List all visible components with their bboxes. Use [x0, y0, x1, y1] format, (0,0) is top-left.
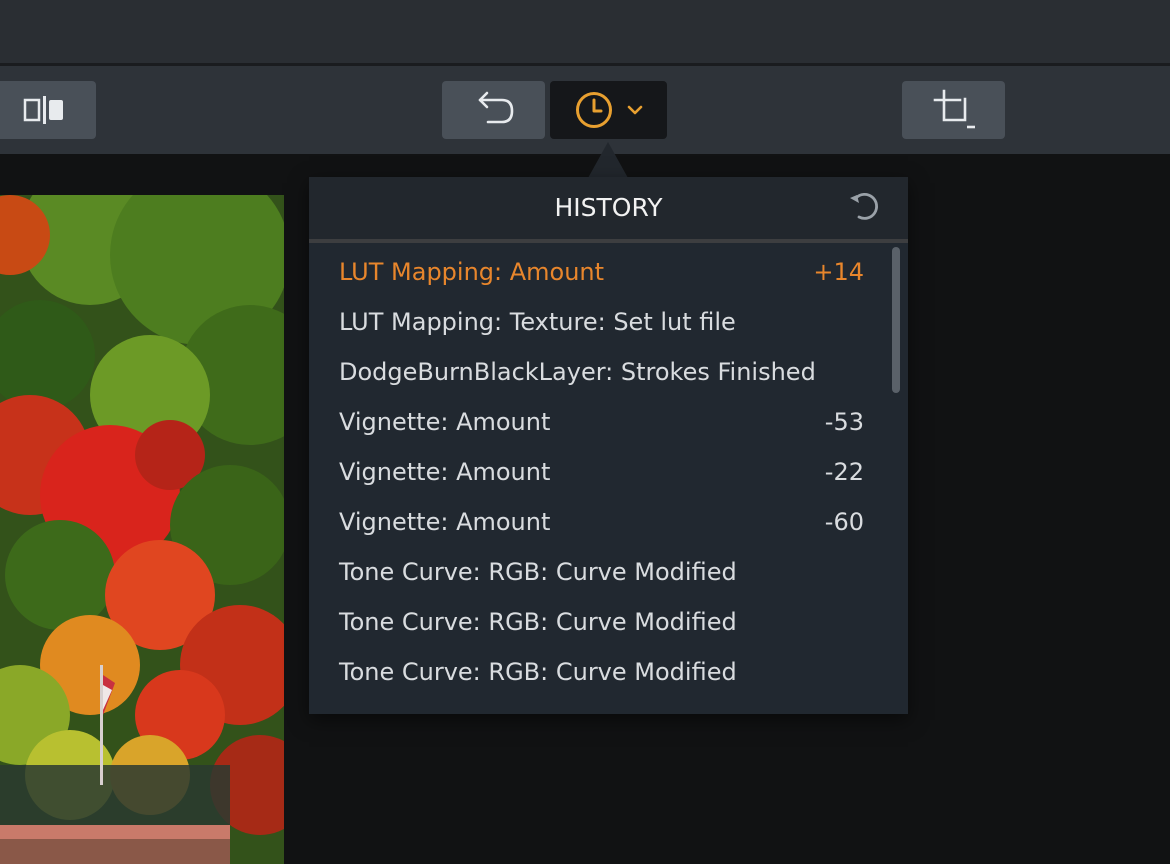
history-item[interactable]: DodgeBurnBlackLayer: Strokes Finished [339, 347, 864, 397]
history-list: LUT Mapping: Amount +14 LUT Mapping: Tex… [309, 247, 889, 707]
history-item-label: Tone Curve: RGB: Curve Modified [339, 608, 737, 636]
history-item-label: LUT Mapping: Texture: Set lut file [339, 308, 736, 336]
crop-button[interactable] [902, 81, 1005, 139]
history-item-label: Tone Curve: RGB: Curve Modified [339, 658, 737, 686]
crop-icon [931, 87, 977, 133]
history-button[interactable] [550, 81, 667, 139]
popover-pointer [588, 142, 628, 178]
history-divider [309, 239, 908, 243]
history-header: HISTORY [309, 177, 908, 239]
history-item[interactable]: LUT Mapping: Texture: Set lut file [339, 297, 864, 347]
photo-canvas[interactable] [0, 195, 284, 864]
history-item-label: Vignette: Amount [339, 508, 551, 536]
history-item-label: Vignette: Amount [339, 408, 551, 436]
history-item[interactable]: Vignette: Amount -22 [339, 447, 864, 497]
history-item[interactable]: LUT Mapping: Amount +14 [339, 247, 864, 297]
history-item[interactable]: Tone Curve: RGB: Curve Modified [339, 597, 864, 647]
compare-split-icon [22, 95, 66, 125]
toolbar [0, 66, 1170, 154]
photo-image [0, 195, 284, 864]
history-item-label: LUT Mapping: Amount [339, 258, 605, 286]
history-item[interactable]: Vignette: Amount -60 [339, 497, 864, 547]
title-bar [0, 0, 1170, 63]
history-item[interactable]: Tone Curve: RGB: Curve Modified [339, 647, 864, 697]
history-item[interactable]: Tone Curve: RGB: Curve Modified [339, 547, 864, 597]
history-item-value: -60 [824, 508, 864, 536]
history-panel: HISTORY LUT Mapping: Amount +14 LUT Mapp… [309, 177, 908, 714]
history-item-value: -53 [824, 408, 864, 436]
reset-icon [846, 189, 882, 227]
history-item-value: -22 [824, 458, 864, 486]
history-item[interactable]: Vignette: Amount -53 [339, 397, 864, 447]
chevron-down-icon [626, 104, 644, 116]
history-item-label: Vignette: Amount [339, 458, 551, 486]
reset-history-button[interactable] [845, 190, 883, 226]
history-item-label: DodgeBurnBlackLayer: Strokes Finished [339, 358, 816, 386]
undo-button[interactable] [442, 81, 545, 139]
undo-arrow-icon [472, 90, 516, 130]
history-item-label: Tone Curve: RGB: Curve Modified [339, 558, 737, 586]
history-title: HISTORY [554, 193, 663, 222]
history-scrollbar[interactable] [892, 247, 900, 393]
history-item-value: +14 [813, 258, 864, 286]
clock-icon [574, 90, 614, 130]
compare-button[interactable] [0, 81, 96, 139]
app-window: HISTORY LUT Mapping: Amount +14 LUT Mapp… [0, 0, 1170, 864]
